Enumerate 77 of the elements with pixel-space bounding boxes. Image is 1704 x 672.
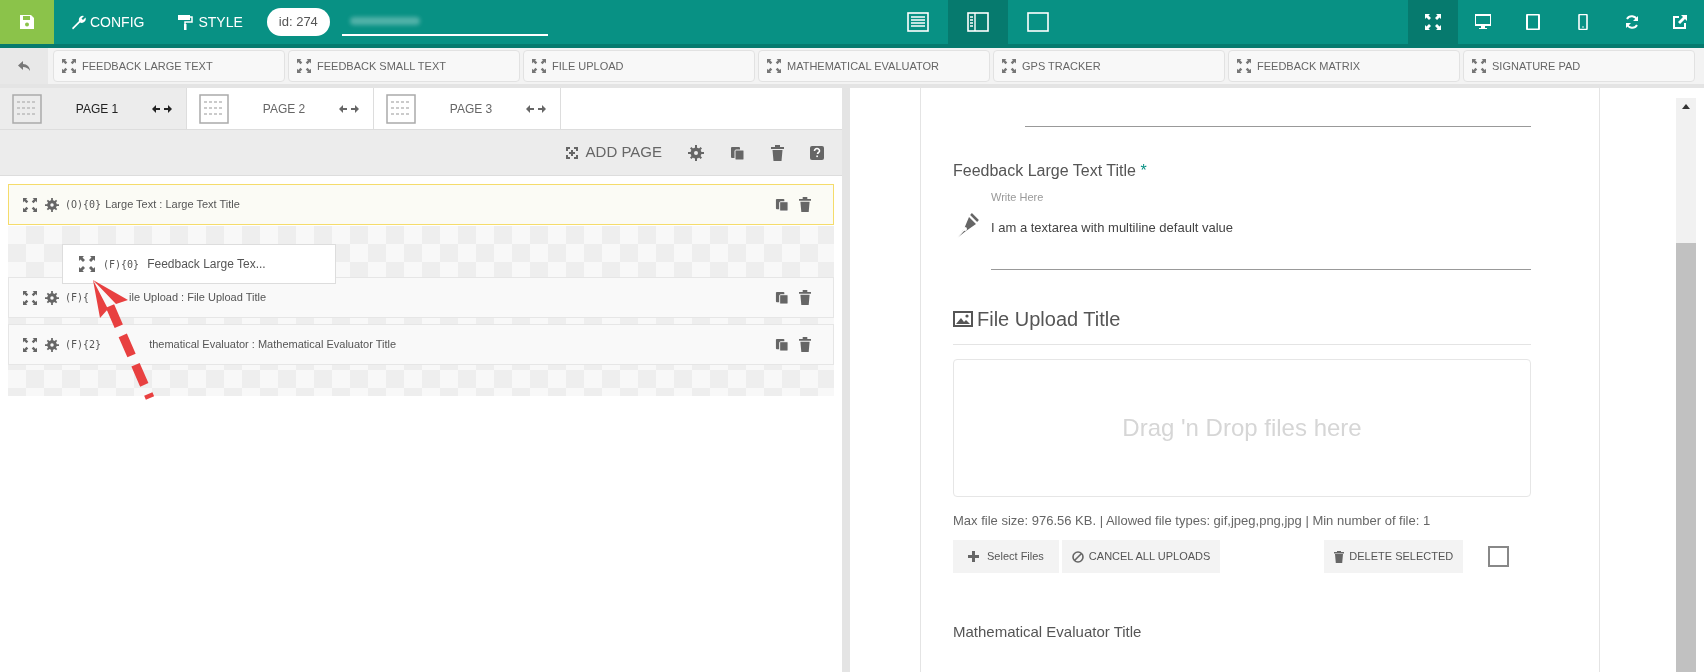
field-row[interactable]: (O){0} Large Text : Large Text Title [8, 184, 834, 225]
settings-icon[interactable] [45, 197, 59, 212]
field-code: (F){0} [103, 257, 140, 272]
page-label: PAGE 3 [448, 100, 494, 118]
delete-selected-button[interactable]: DELETE SELECTED [1324, 540, 1464, 573]
field-row[interactable]: (F){ ile Upload : File Upload Title [8, 277, 834, 318]
field-label: Write Here [991, 190, 1045, 205]
expand-icon [1472, 59, 1486, 73]
component-button[interactable]: MATHEMATICAL EVALUATOR [758, 50, 990, 82]
reply-icon [17, 60, 31, 72]
component-button[interactable]: GPS TRACKER [993, 50, 1225, 82]
id-badge: id: 274 [266, 8, 330, 36]
field-name: Large Text : Large Text Title [105, 197, 240, 213]
save-icon [19, 14, 35, 30]
page-label: PAGE 1 [74, 100, 120, 118]
cancel-uploads-button[interactable]: CANCEL ALL UPLOADS [1061, 540, 1221, 573]
trash-icon[interactable] [771, 144, 784, 161]
field-title: File Upload Title [977, 306, 1121, 332]
reorder-arrows-icon[interactable] [152, 104, 172, 113]
field-title: Feedback Large Text Title [953, 162, 1136, 179]
expand-icon [1237, 59, 1251, 73]
paint-roller-icon [176, 13, 195, 31]
add-page-button[interactable]: ADD PAGE [565, 141, 662, 164]
scrollbar[interactable] [1676, 98, 1696, 672]
help-icon[interactable] [810, 145, 824, 160]
settings-icon[interactable] [688, 144, 704, 161]
scroll-up-icon[interactable] [1682, 104, 1690, 109]
textarea-field[interactable]: I am a textarea with multiline default value [991, 207, 1531, 270]
copy-icon[interactable] [775, 337, 789, 352]
expand-icon [23, 197, 37, 212]
expand-icon [23, 290, 37, 305]
checkbox[interactable] [1488, 546, 1509, 567]
trash-icon [1334, 550, 1345, 563]
style-button[interactable]: STYLE [160, 0, 259, 44]
trash-icon[interactable] [799, 197, 811, 212]
trash-icon[interactable] [799, 290, 811, 305]
plus-icon [968, 551, 979, 562]
component-button[interactable]: FEEDBACK SMALL TEXT [288, 50, 520, 82]
field-row[interactable]: (F){2} thematical Evaluator : Mathematical Evaluator Title [8, 324, 834, 365]
field-title: Mathematical Evaluator Title [953, 622, 1143, 642]
settings-icon[interactable] [45, 290, 59, 305]
ban-icon [1071, 550, 1084, 563]
required-mark: * [1140, 162, 1147, 179]
expand-icon [23, 337, 37, 352]
split-layout-icon[interactable] [947, 0, 1008, 44]
expand-icon [62, 59, 76, 73]
image-icon [953, 310, 973, 327]
component-button[interactable]: FEEDBACK MATRIX [1228, 50, 1460, 82]
trash-icon[interactable] [799, 337, 811, 352]
config-button[interactable]: CONFIG [54, 0, 161, 44]
copy-icon[interactable] [730, 144, 745, 161]
expand-icon [767, 59, 781, 73]
component-button[interactable]: FEEDBACK LARGE TEXT [53, 50, 285, 82]
page-icon [12, 93, 42, 124]
expand-icon[interactable] [1408, 0, 1458, 44]
component-button[interactable]: FILE UPLOAD [523, 50, 755, 82]
field-code: (F){ [65, 291, 90, 305]
component-button[interactable]: SIGNATURE PAD [1463, 50, 1695, 82]
wrench-icon [70, 14, 86, 30]
field-name: Feedback Large Tex... [147, 256, 266, 273]
field-code: (F){2} [65, 338, 102, 352]
page-tab[interactable]: PAGE 1 [0, 88, 187, 129]
expand-icon [532, 59, 546, 73]
expand-icon [1002, 59, 1016, 73]
settings-icon[interactable] [45, 337, 59, 352]
copy-icon[interactable] [775, 197, 789, 212]
expand-icon [79, 256, 95, 272]
field-name: ile Upload : File Upload Title [129, 290, 267, 306]
field-code: (O){0} [65, 198, 102, 212]
page-icon [199, 93, 229, 124]
page-icon [386, 93, 416, 124]
field-name: thematical Evaluator : Mathematical Evaluator Title [149, 337, 397, 353]
select-files-button[interactable]: Select Files [953, 540, 1059, 573]
page-label: PAGE 2 [261, 100, 307, 118]
copy-icon[interactable] [775, 290, 789, 305]
upload-info-text: Max file size: 976.56 KB. | Allowed file types: gif,jpeg,png,jpg | Min number of file: 1 [953, 511, 1432, 530]
expand-icon [297, 59, 311, 73]
